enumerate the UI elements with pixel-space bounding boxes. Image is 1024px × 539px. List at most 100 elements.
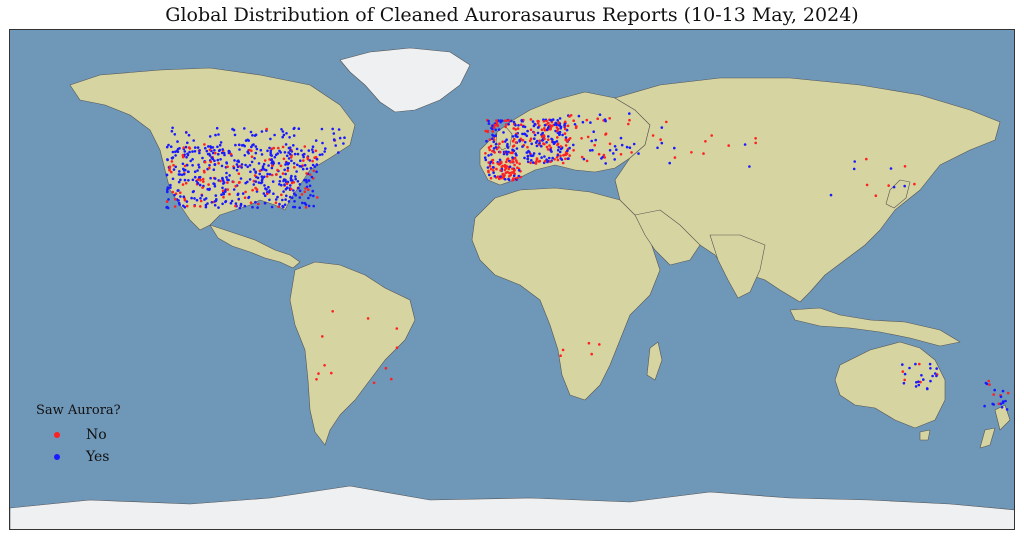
report-point-no <box>487 161 491 164</box>
report-point-yes <box>204 197 208 200</box>
report-point-yes <box>342 142 345 145</box>
report-point-yes <box>555 123 558 127</box>
report-point-yes <box>315 170 318 174</box>
report-point-no <box>234 184 237 188</box>
report-point-yes <box>198 175 202 179</box>
report-point-yes <box>311 145 315 148</box>
report-point-yes <box>182 195 186 198</box>
report-point-no <box>627 122 630 126</box>
report-point-yes <box>248 178 252 181</box>
report-point-yes <box>251 205 254 209</box>
report-point-yes <box>560 158 564 161</box>
report-point-yes <box>301 153 305 157</box>
report-point-yes <box>295 170 298 173</box>
report-point-yes <box>197 163 200 167</box>
report-point-yes <box>266 172 269 176</box>
report-point-no <box>395 327 399 330</box>
report-point-no <box>293 166 296 169</box>
report-point-yes <box>240 163 244 166</box>
report-point-yes <box>514 124 517 127</box>
report-point-yes <box>526 154 530 158</box>
report-point-yes <box>178 203 181 206</box>
report-point-no <box>304 206 308 209</box>
report-point-yes <box>511 135 515 138</box>
report-point-no <box>874 194 878 197</box>
report-point-no <box>226 181 229 184</box>
report-point-yes <box>558 150 562 154</box>
report-point-yes <box>543 155 546 158</box>
report-point-yes <box>292 144 295 147</box>
report-point-yes <box>297 186 300 190</box>
report-point-yes <box>613 145 617 148</box>
report-point-no <box>903 378 906 382</box>
report-point-yes <box>256 176 260 180</box>
report-point-no <box>987 379 990 383</box>
report-point-yes <box>263 168 266 171</box>
report-point-yes <box>499 119 503 122</box>
world-map[interactable] <box>9 29 1015 530</box>
report-point-no <box>323 364 326 367</box>
report-point-no <box>547 138 550 141</box>
report-point-no <box>207 183 210 186</box>
report-point-no <box>659 138 662 141</box>
report-point-yes <box>192 190 195 193</box>
report-point-no <box>308 173 312 176</box>
report-point-yes <box>274 198 278 201</box>
report-point-yes <box>590 139 593 143</box>
report-point-yes <box>230 199 234 203</box>
report-point-no <box>512 127 515 130</box>
report-point-no <box>496 123 499 127</box>
report-point-yes <box>221 179 225 182</box>
report-point-yes <box>318 153 322 157</box>
report-point-yes <box>266 149 269 153</box>
report-point-yes <box>493 174 497 178</box>
report-point-yes <box>917 380 920 384</box>
report-point-no <box>280 193 283 197</box>
report-point-yes <box>286 166 290 170</box>
report-point-yes <box>201 156 204 160</box>
report-point-no <box>495 167 498 171</box>
report-point-no <box>528 139 532 143</box>
report-point-no <box>493 123 497 127</box>
report-point-no <box>507 119 511 122</box>
report-point-no <box>507 167 511 171</box>
report-point-no <box>311 159 314 163</box>
report-point-no <box>567 138 570 141</box>
report-point-yes <box>343 136 346 139</box>
report-point-yes <box>283 203 287 206</box>
report-point-yes <box>293 126 296 130</box>
report-point-yes <box>227 149 231 153</box>
report-point-yes <box>214 133 217 137</box>
report-point-no <box>561 348 565 352</box>
report-point-no <box>512 178 515 181</box>
report-point-yes <box>308 184 312 188</box>
report-point-yes <box>311 189 315 193</box>
report-point-no <box>556 158 560 162</box>
report-point-yes <box>281 135 285 139</box>
report-point-no <box>529 118 533 121</box>
report-point-yes <box>231 127 234 131</box>
report-point-yes <box>324 147 327 150</box>
report-point-yes <box>494 146 498 149</box>
report-point-yes <box>278 202 281 206</box>
report-point-yes <box>292 162 296 165</box>
report-point-no <box>501 164 505 168</box>
report-point-yes <box>283 168 287 172</box>
report-point-yes <box>227 178 230 182</box>
report-point-no <box>572 149 575 152</box>
report-point-yes <box>249 170 252 174</box>
report-point-yes <box>196 182 200 185</box>
report-point-yes <box>254 200 257 204</box>
report-point-no <box>513 163 516 167</box>
report-point-yes <box>270 205 274 209</box>
report-point-yes <box>568 146 571 150</box>
report-point-yes <box>262 162 266 166</box>
report-point-yes <box>183 150 187 153</box>
report-point-yes <box>535 139 539 143</box>
report-point-yes <box>935 374 938 378</box>
report-point-yes <box>829 193 833 197</box>
report-point-no <box>526 145 529 149</box>
report-point-yes <box>244 139 248 142</box>
report-point-yes <box>233 159 236 162</box>
report-point-yes <box>213 203 217 207</box>
